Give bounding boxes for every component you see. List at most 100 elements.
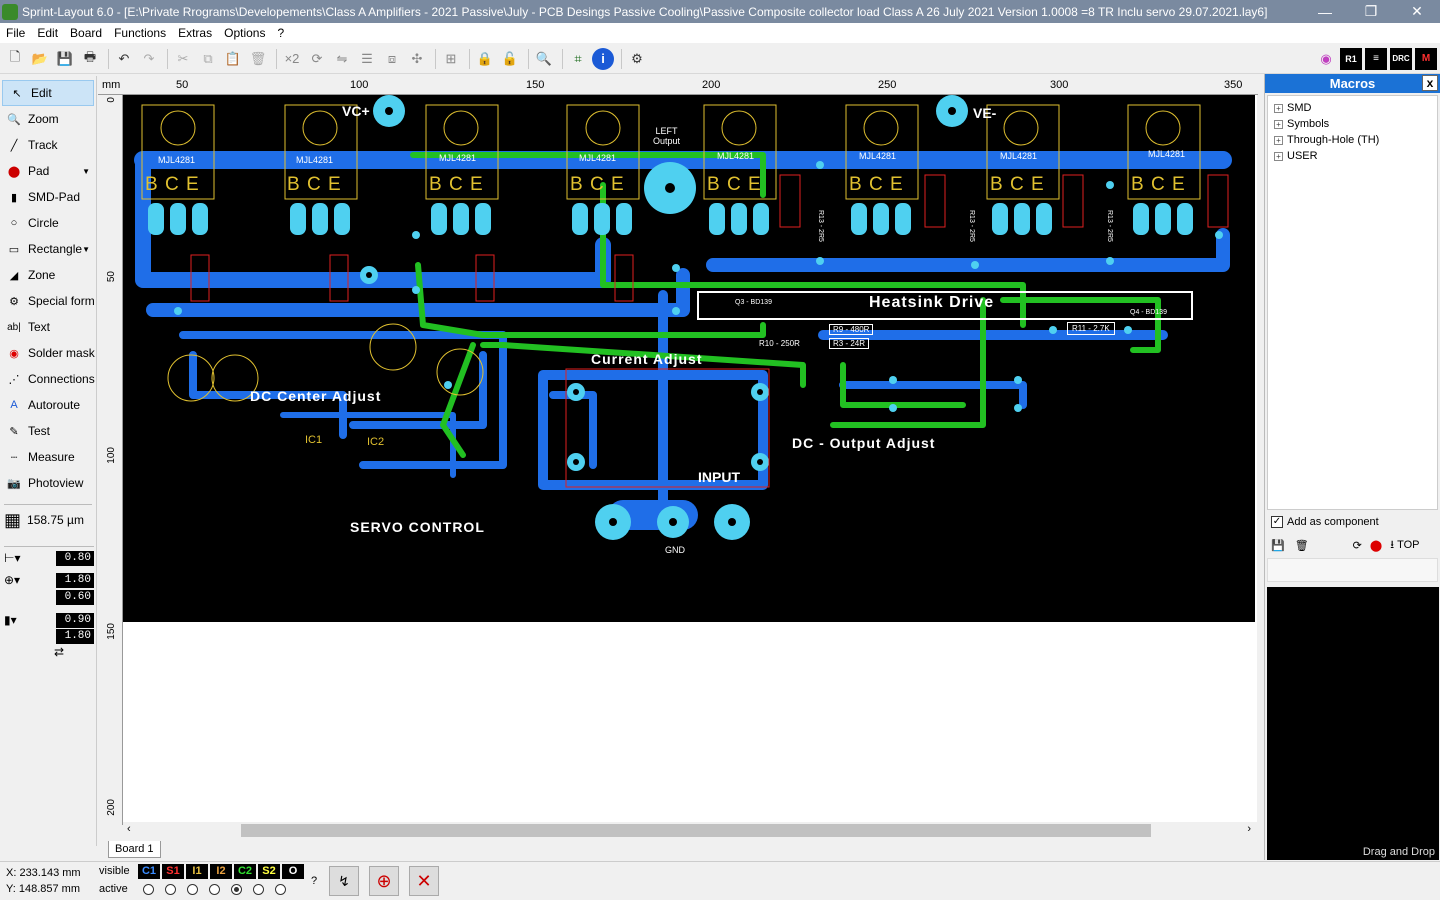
delete-icon[interactable]: 🗑 (247, 48, 269, 70)
tool-track[interactable]: ╱ Track (0, 132, 96, 158)
tool-pad[interactable]: ⬤ Pad ▼ (0, 158, 96, 184)
expand-icon[interactable]: + (1274, 151, 1283, 161)
rubberband-icon[interactable]: ↯ (329, 866, 359, 896)
delete-macro-icon[interactable]: 🗑 (1295, 539, 1309, 552)
tool-autoroute[interactable]: A Autoroute (0, 392, 96, 418)
tool-smd-pad[interactable]: ▮ SMD-Pad (0, 184, 96, 210)
scroll-thumb[interactable] (241, 824, 1151, 837)
layer-s1[interactable]: S1 (162, 864, 184, 879)
unlock-icon[interactable]: 🔓 (499, 48, 521, 70)
minimize-button[interactable]: — (1302, 4, 1348, 20)
expand-icon[interactable]: + (1274, 103, 1283, 113)
tree-node-smd[interactable]: + SMD (1268, 100, 1437, 116)
grid-setting[interactable]: ▦ 158.75 µm (4, 510, 94, 530)
tool-special-form[interactable]: ⚙ Special form (0, 288, 96, 314)
track-width-input[interactable]: 0.80 (56, 550, 94, 566)
layer-top-icon[interactable]: ⭳ (1390, 536, 1394, 555)
save-macro-icon[interactable]: 💾 (1271, 539, 1285, 552)
active-radio-o[interactable] (275, 884, 286, 895)
tool-measure[interactable]: ┄ Measure (0, 444, 96, 470)
snap-target-icon[interactable]: ⊕ (369, 866, 399, 896)
tool-photoview[interactable]: 📷 Photoview (0, 470, 96, 496)
pad-inner-input[interactable]: 0.60 (56, 589, 94, 605)
dropdown-arrow-icon[interactable]: ▼ (82, 167, 90, 176)
drc-icon[interactable]: DRC (1390, 47, 1412, 70)
macro-name-field[interactable] (1267, 558, 1438, 582)
pad-outer-input[interactable]: 1.80 (56, 572, 94, 588)
tool-circle[interactable]: ○ Circle (0, 210, 96, 236)
settings-icon[interactable]: ⚙ (626, 48, 648, 70)
tree-node-symbols[interactable]: + Symbols (1268, 116, 1437, 132)
menu-options[interactable]: Options (218, 26, 271, 40)
paste-icon[interactable]: 📋 (222, 48, 244, 70)
layer-top-label[interactable]: TOP (1397, 539, 1419, 551)
scroll-left-icon[interactable]: ‹ (127, 823, 131, 835)
layer-i1[interactable]: I1 (186, 864, 208, 879)
swap-icon[interactable]: ⇄ (54, 645, 64, 659)
layer-c2[interactable]: C2 (234, 864, 256, 879)
print-icon[interactable]: 🖶 (79, 48, 101, 70)
tool-zone[interactable]: ◢ Zone (0, 262, 96, 288)
active-radio-s1[interactable] (165, 884, 176, 895)
group-icon[interactable]: ⧈ (381, 48, 403, 70)
refresh-icon[interactable]: ⟳ (1353, 539, 1362, 552)
mirror-icon[interactable]: ⇋ (331, 48, 353, 70)
r1-icon[interactable]: R1 (1340, 47, 1362, 70)
smd-size-icon[interactable]: ▮▾ (4, 613, 34, 627)
layer-s2[interactable]: S2 (258, 864, 280, 879)
zoom-icon[interactable]: 🔍 (533, 48, 555, 70)
tool-test[interactable]: ✎ Test (0, 418, 96, 444)
add-component-checkbox[interactable]: ✓ (1271, 516, 1283, 528)
align-icon[interactable]: ☰ (356, 48, 378, 70)
undo-icon[interactable]: ↶ (113, 48, 135, 70)
scroll-right-icon[interactable]: › (1247, 823, 1251, 835)
layer-c1[interactable]: C1 (138, 864, 160, 879)
lock-icon[interactable]: 🔒 (474, 48, 496, 70)
open-file-icon[interactable]: 📂 (29, 48, 51, 70)
tree-node-user[interactable]: + USER (1268, 148, 1437, 164)
tool-text[interactable]: ab| Text (0, 314, 96, 340)
pad-size-icon[interactable]: ⊕▾ (4, 573, 34, 587)
save-icon[interactable]: 💾 (54, 48, 76, 70)
duplicate-icon[interactable]: ×2 (281, 48, 303, 70)
menu-extras[interactable]: Extras (172, 26, 218, 40)
cut-icon[interactable]: ✂ (172, 48, 194, 70)
redo-icon[interactable]: ↷ (138, 48, 160, 70)
info-icon[interactable]: i (592, 47, 614, 70)
active-radio-s2[interactable] (253, 884, 264, 895)
layout-canvas[interactable]: VC+ VE- LEFT Output Heatsink Drive Curren… (123, 95, 1257, 825)
tool-solder-mask[interactable]: ◉ Solder mask (0, 340, 96, 366)
new-file-icon[interactable]: 🗋 (4, 48, 26, 70)
drc-off-icon[interactable]: ✕ (409, 866, 439, 896)
macro-icon[interactable]: M (1415, 47, 1437, 70)
tree-node-through-hole[interactable]: + Through-Hole (TH) (1268, 132, 1437, 148)
menu-help[interactable]: ? (271, 26, 290, 40)
tool-rectangle[interactable]: ▭ Rectangle ▼ (0, 236, 96, 262)
board-tab[interactable]: Board 1 (108, 841, 161, 858)
menu-board[interactable]: Board (64, 26, 108, 40)
tool-connections[interactable]: ⋰ Connections (0, 366, 96, 392)
rotate-icon[interactable]: ⟳ (306, 48, 328, 70)
restore-button[interactable]: ❐ (1348, 3, 1394, 20)
macros-close-button[interactable]: x (1422, 75, 1438, 91)
list-icon[interactable]: ≡ (1365, 47, 1387, 70)
menu-edit[interactable]: Edit (31, 26, 64, 40)
active-radio-c2[interactable] (231, 884, 242, 895)
tool-zoom[interactable]: 🔍 Zoom (0, 106, 96, 132)
layer-o[interactable]: O (282, 864, 304, 879)
horizontal-scrollbar[interactable]: ‹ › (123, 822, 1257, 839)
expand-icon[interactable]: + (1274, 135, 1283, 145)
pcb-board[interactable]: VC+ VE- LEFT Output Heatsink Drive Curren… (123, 95, 1255, 622)
snap-icon[interactable]: ⊞ (440, 48, 462, 70)
menu-functions[interactable]: Functions (108, 26, 172, 40)
expand-icon[interactable]: + (1274, 119, 1283, 129)
connections-icon[interactable]: ⌗ (567, 48, 589, 70)
layer-i2[interactable]: I2 (210, 864, 232, 879)
record-icon[interactable]: ⬤ (1370, 539, 1382, 552)
dropdown-arrow-icon[interactable]: ▼ (82, 245, 90, 254)
layer-help[interactable]: ? (311, 875, 317, 887)
track-width-icon[interactable]: ⊢▾ (4, 551, 34, 565)
tool-edit[interactable]: ↖ Edit (2, 80, 94, 106)
copy-icon[interactable]: ⧉ (197, 48, 219, 70)
menu-file[interactable]: File (0, 26, 31, 40)
